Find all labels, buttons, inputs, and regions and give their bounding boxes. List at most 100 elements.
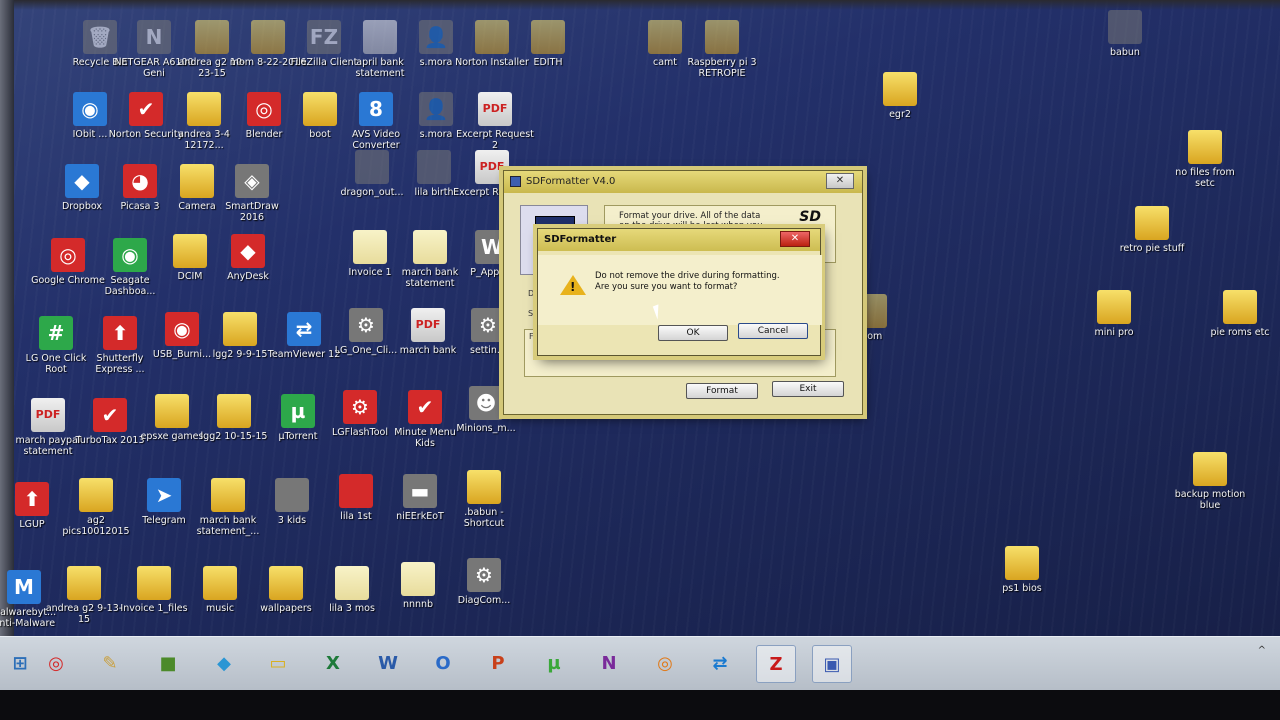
desktop-icon-image — [155, 394, 189, 428]
taskbar-word-icon[interactable]: W — [368, 645, 408, 683]
desktop-icon-image: N — [137, 20, 171, 54]
desktop-icon-label: pie roms etc — [1210, 327, 1270, 338]
desktop-icon[interactable]: babun — [1085, 10, 1165, 58]
desktop-icon-label: babun — [1110, 47, 1140, 58]
taskbar-start-button-icon[interactable]: ⊞ — [0, 645, 40, 683]
desktop-icon[interactable]: .babun - Shortcut — [444, 470, 524, 529]
desktop-icon-label: egr2 — [889, 109, 911, 120]
sd-logo: SD — [799, 209, 821, 225]
confirm-dialog-close-button[interactable]: ✕ — [780, 231, 810, 247]
desktop-icon[interactable]: pie roms etc — [1200, 290, 1280, 338]
desktop-icon-image: 🗑 — [83, 20, 117, 54]
desktop-icon-image — [413, 230, 447, 264]
desktop-icon-image — [187, 92, 221, 126]
taskbar-minecraft-icon[interactable]: ■ — [148, 645, 188, 683]
desktop-icon[interactable]: egr2 — [860, 72, 940, 120]
taskbar-powerpoint-icon[interactable]: P — [478, 645, 518, 683]
desktop-icon-image — [223, 312, 257, 346]
taskbar-notepad-icon[interactable]: ✎ — [90, 645, 130, 683]
desktop-icon-image: µ — [281, 394, 315, 428]
confirm-dialog-titlebar[interactable]: SDFormatter ✕ — [538, 229, 820, 251]
desktop-icon[interactable]: ps1 bios — [982, 546, 1062, 594]
exit-button[interactable]: Exit — [772, 381, 844, 397]
desktop-icon[interactable]: Raspberry pi 3 RETROPIE — [682, 20, 762, 79]
desktop-icon[interactable]: andrea g2 9-13-15 — [44, 566, 124, 625]
desktop-icon-label: AnyDesk — [227, 271, 269, 282]
monitor-bezel-bottom — [0, 690, 1280, 720]
desktop-icon-image: ◉ — [113, 238, 147, 272]
desktop-icon-image — [883, 72, 917, 106]
taskbar-filezilla-icon[interactable]: Z — [756, 645, 796, 683]
desktop-icon-image: ➤ — [147, 478, 181, 512]
desktop-icon-image — [1108, 10, 1142, 44]
desktop-icon[interactable]: backup motion blue — [1170, 452, 1250, 511]
format-button[interactable]: Format — [686, 383, 758, 399]
desktop-icon-image: 👤 — [419, 20, 453, 54]
confirm-dialog-body: ! Do not remove the drive during formatt… — [538, 255, 822, 325]
taskbar-blender-icon[interactable]: ◎ — [645, 645, 685, 683]
taskbar-sdformatter-icon[interactable]: ▣ — [812, 645, 852, 683]
desktop-icon-label: Excerpt Request 2 — [456, 129, 534, 151]
desktop-icon-image: ◎ — [51, 238, 85, 272]
desktop-icon-label: Minions_m... — [456, 423, 516, 434]
desktop-icon-image: ✔ — [129, 92, 163, 126]
tray-expand-icon[interactable]: ^ — [1258, 645, 1266, 656]
desktop-icon-image: 👤 — [419, 92, 453, 126]
desktop-icon[interactable]: ◆ AnyDesk — [208, 234, 288, 282]
sdformatter-close-button[interactable]: ✕ — [826, 173, 854, 189]
format-info-line1: Format your drive. All of the data — [619, 211, 761, 221]
taskbar-utorrent-icon[interactable]: µ — [534, 645, 574, 683]
desktop-icon[interactable]: mini pro — [1074, 290, 1154, 338]
taskbar-outlook-icon[interactable]: O — [423, 645, 463, 683]
desktop-icon[interactable]: retro pie stuff — [1112, 206, 1192, 254]
desktop-icon-image — [269, 566, 303, 600]
desktop-icon-image: ◈ — [235, 164, 269, 198]
size-label: Si — [528, 309, 536, 318]
desktop-icon-image: ◎ — [247, 92, 281, 126]
desktop-icon[interactable]: ◈ SmartDraw 2016 — [212, 164, 292, 223]
desktop-icon[interactable]: EDITH — [508, 20, 588, 68]
taskbar-3d-app-icon[interactable]: ◆ — [204, 645, 244, 683]
sdformatter-app-icon — [510, 176, 521, 187]
taskbar-file-explorer-icon[interactable]: ▭ — [258, 645, 298, 683]
cancel-button[interactable]: Cancel — [738, 323, 808, 339]
monitor-bezel-top — [0, 0, 1280, 10]
taskbar-chrome-icon[interactable]: ◎ — [36, 645, 76, 683]
desktop-icon-image — [203, 566, 237, 600]
desktop-icon-image — [363, 20, 397, 54]
desktop-icon-label: Raspberry pi 3 RETROPIE — [687, 57, 757, 79]
taskbar-excel-icon[interactable]: X — [313, 645, 353, 683]
desktop-icon-image — [251, 20, 285, 54]
desktop-icon-image — [303, 92, 337, 126]
desktop-icon-image: ⬆ — [103, 316, 137, 350]
desktop-icon-image — [67, 566, 101, 600]
desktop-icon-image: ◆ — [231, 234, 265, 268]
desktop-icon-image: ◆ — [65, 164, 99, 198]
ok-button[interactable]: OK — [658, 325, 728, 341]
desktop-icon-image: ▬ — [403, 474, 437, 508]
sdformatter-titlebar[interactable]: SDFormatter V4.0 ✕ — [504, 171, 862, 193]
taskbar-teamviewer-icon[interactable]: ⇄ — [700, 645, 740, 683]
desktop-icon-image — [531, 20, 565, 54]
taskbar-onenote-icon[interactable]: N — [589, 645, 629, 683]
desktop-icon-image — [475, 20, 509, 54]
desktop-icon-label: .babun - Shortcut — [463, 507, 505, 529]
desktop-icon[interactable]: ⚙ DiagCom... — [444, 558, 524, 606]
desktop-icon-image — [353, 230, 387, 264]
desktop-icon[interactable]: PDF Excerpt Request 2 — [455, 92, 535, 151]
desktop-icon-image: ☻ — [469, 386, 503, 420]
confirm-dialog-message: Do not remove the drive during formattin… — [595, 271, 780, 293]
desktop-icon-label: mini pro — [1094, 327, 1134, 338]
desktop-icon-image: M — [7, 570, 41, 604]
desktop-icon-label: retro pie stuff — [1119, 243, 1185, 254]
desktop-icon-image — [417, 150, 451, 184]
desktop-icon-image — [1223, 290, 1257, 324]
desktop-icon-image — [705, 20, 739, 54]
desktop-icon-image: ⚙ — [471, 308, 505, 342]
desktop-icon-image: ◕ — [123, 164, 157, 198]
desktop-icon-image: ✔ — [93, 398, 127, 432]
desktop-icon[interactable]: no files from setc — [1165, 130, 1245, 189]
desktop-icon-label: no files from setc — [1175, 167, 1235, 189]
desktop-icon-image: ⬆ — [15, 482, 49, 516]
desktop-icon-label: DiagCom... — [457, 595, 511, 606]
